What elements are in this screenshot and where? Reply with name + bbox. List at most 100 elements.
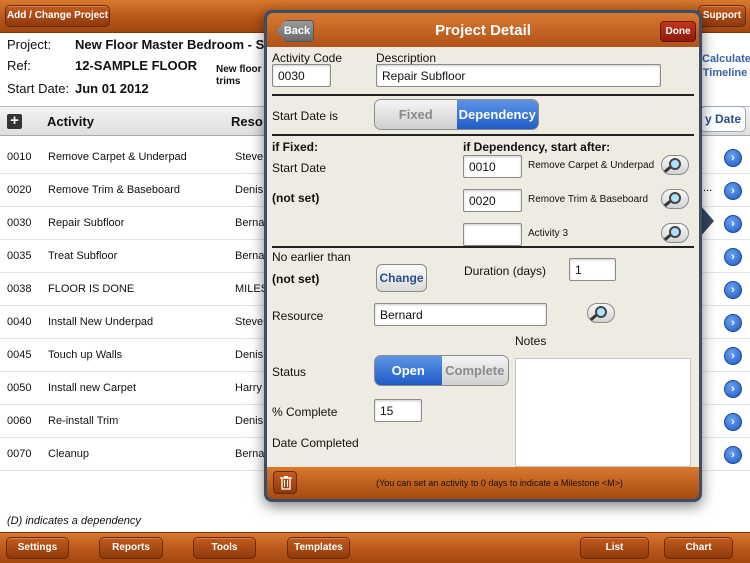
row-activity: Re-install Trim [48,415,119,427]
row-activity: Repair Subfloor [48,217,125,229]
row-code: 0060 [7,415,32,427]
dependency-2-code-field[interactable]: 0020 [463,189,522,212]
row-resource: Steve [235,316,264,328]
divider [272,246,694,248]
chart-button[interactable]: Chart [664,537,733,559]
row-detail-arrow-icon[interactable]: › [724,314,742,332]
if-dependency-label: if Dependency, start after: [463,140,611,154]
row-activity: Treat Subfloor [48,250,118,262]
row-resource: Denis [235,349,264,361]
no-earlier-than-label: No earlier than [272,250,351,264]
trash-icon[interactable] [273,471,297,494]
row-code: 0020 [7,184,32,196]
calculate-timeline-button[interactable]: Calculate Timeline [702,40,750,94]
duration-field[interactable]: 1 [569,258,616,281]
no-earlier-than-value: (not set) [272,272,320,286]
project-detail-dialog: Project Detail Back Done Activity Code 0… [264,10,702,502]
change-date-button[interactable]: Change [376,264,427,292]
done-button[interactable]: Done [660,21,696,42]
row-detail-arrow-icon[interactable]: › [724,380,742,398]
row-detail-arrow-icon[interactable]: › [724,149,742,167]
notes-label: Notes [515,334,547,348]
popover-pointer [700,205,714,237]
dependency-1-search-icon[interactable] [661,155,689,175]
row-code: 0030 [7,217,32,229]
date-completed-label: Date Completed [272,436,359,450]
row-code: 0070 [7,448,32,460]
fixed-start-date-label: Start Date [272,161,327,175]
add-change-project-button[interactable]: Add / Change Project [5,5,110,27]
row-detail-arrow-icon[interactable]: › [724,248,742,266]
add-activity-icon[interactable]: + [7,113,22,129]
project-notes-preview: New floor trims [216,64,262,87]
support-button[interactable]: Support [698,5,746,27]
dependency-3-search-icon[interactable] [661,223,689,243]
templates-button[interactable]: Templates [287,537,350,559]
tools-button[interactable]: Tools [193,537,256,559]
row-detail-arrow-icon[interactable]: › [724,215,742,233]
start-date-is-label: Start Date is [272,109,339,123]
dependency-3-name: Activity 3 [528,228,569,239]
settings-button[interactable]: Settings [6,537,69,559]
activity-code-label: Activity Code [272,51,343,65]
activity-code-field[interactable]: 0030 [272,64,331,87]
row-code: 0040 [7,316,32,328]
row-detail-arrow-icon[interactable]: › [724,413,742,431]
resource-search-icon[interactable] [587,303,615,323]
status-segmented-control[interactable]: Open Complete [374,355,509,386]
dependency-3-code-field[interactable] [463,223,522,246]
resource-field[interactable]: Bernard [374,303,547,326]
row-code: 0035 [7,250,32,262]
row-detail-arrow-icon[interactable]: › [724,281,742,299]
resource-label: Resource [272,309,324,323]
dependency-2-search-icon[interactable] [661,189,689,209]
row-resource: Denis [235,184,264,196]
row-resource: Berna [235,448,265,460]
dialog-body: Activity Code 0030 Description Repair Su… [267,47,699,467]
reports-button[interactable]: Reports [99,537,163,559]
percent-complete-field[interactable]: 15 [374,399,422,422]
row-activity: Install new Carpet [48,382,137,394]
duration-label: Duration (days) [464,264,547,278]
fixed-start-date-value[interactable]: (not set) [272,191,319,205]
row-resource: Berna [235,250,265,262]
row-code: 0050 [7,382,32,394]
dependency-2-name: Remove Trim & Baseboard [528,194,649,205]
row-activity: Install New Underpad [48,316,154,328]
notes-textarea[interactable] [515,358,691,467]
sort-by-date-button[interactable]: y Date [700,106,746,132]
row-resource: Steve [235,151,264,163]
divider [272,134,694,136]
description-label: Description [376,51,437,65]
row-activity: Cleanup [48,448,89,460]
project-name: New Floor Master Bedroom - Sm [75,37,276,52]
status-open-segment[interactable]: Open [375,356,442,385]
ref-label: Ref: [7,58,31,73]
dialog-title: Project Detail [435,22,531,39]
description-field[interactable]: Repair Subfloor [376,64,661,87]
dependency-note: (D) indicates a dependency [7,515,141,527]
dependency-1-name: Remove Carpet & Underpad [528,160,655,171]
row-detail-arrow-icon[interactable]: › [724,182,742,200]
dialog-footer: (You can set an activity to 0 days to in… [267,467,699,499]
row-ellipsis: ... [703,182,713,194]
divider [272,94,694,96]
row-activity: Touch up Walls [48,349,123,361]
list-button[interactable]: List [580,537,649,559]
row-detail-arrow-icon[interactable]: › [724,446,742,464]
start-mode-segmented-control[interactable]: Fixed Dependency [374,99,539,130]
row-activity: FLOOR IS DONE [48,283,135,295]
row-detail-arrow-icon[interactable]: › [724,347,742,365]
fixed-segment[interactable]: Fixed [375,100,457,129]
row-code: 0038 [7,283,32,295]
activity-column-header: Activity [47,114,94,129]
if-fixed-label: if Fixed: [272,140,319,154]
percent-complete-label: % Complete [272,405,338,419]
dependency-segment[interactable]: Dependency [456,100,538,129]
resource-column-header: Reso [231,114,263,129]
dependency-1-code-field[interactable]: 0010 [463,155,522,178]
row-code: 0010 [7,151,32,163]
project-label: Project: [7,37,52,52]
status-label: Status [272,365,307,379]
status-complete-segment[interactable]: Complete [441,356,508,385]
